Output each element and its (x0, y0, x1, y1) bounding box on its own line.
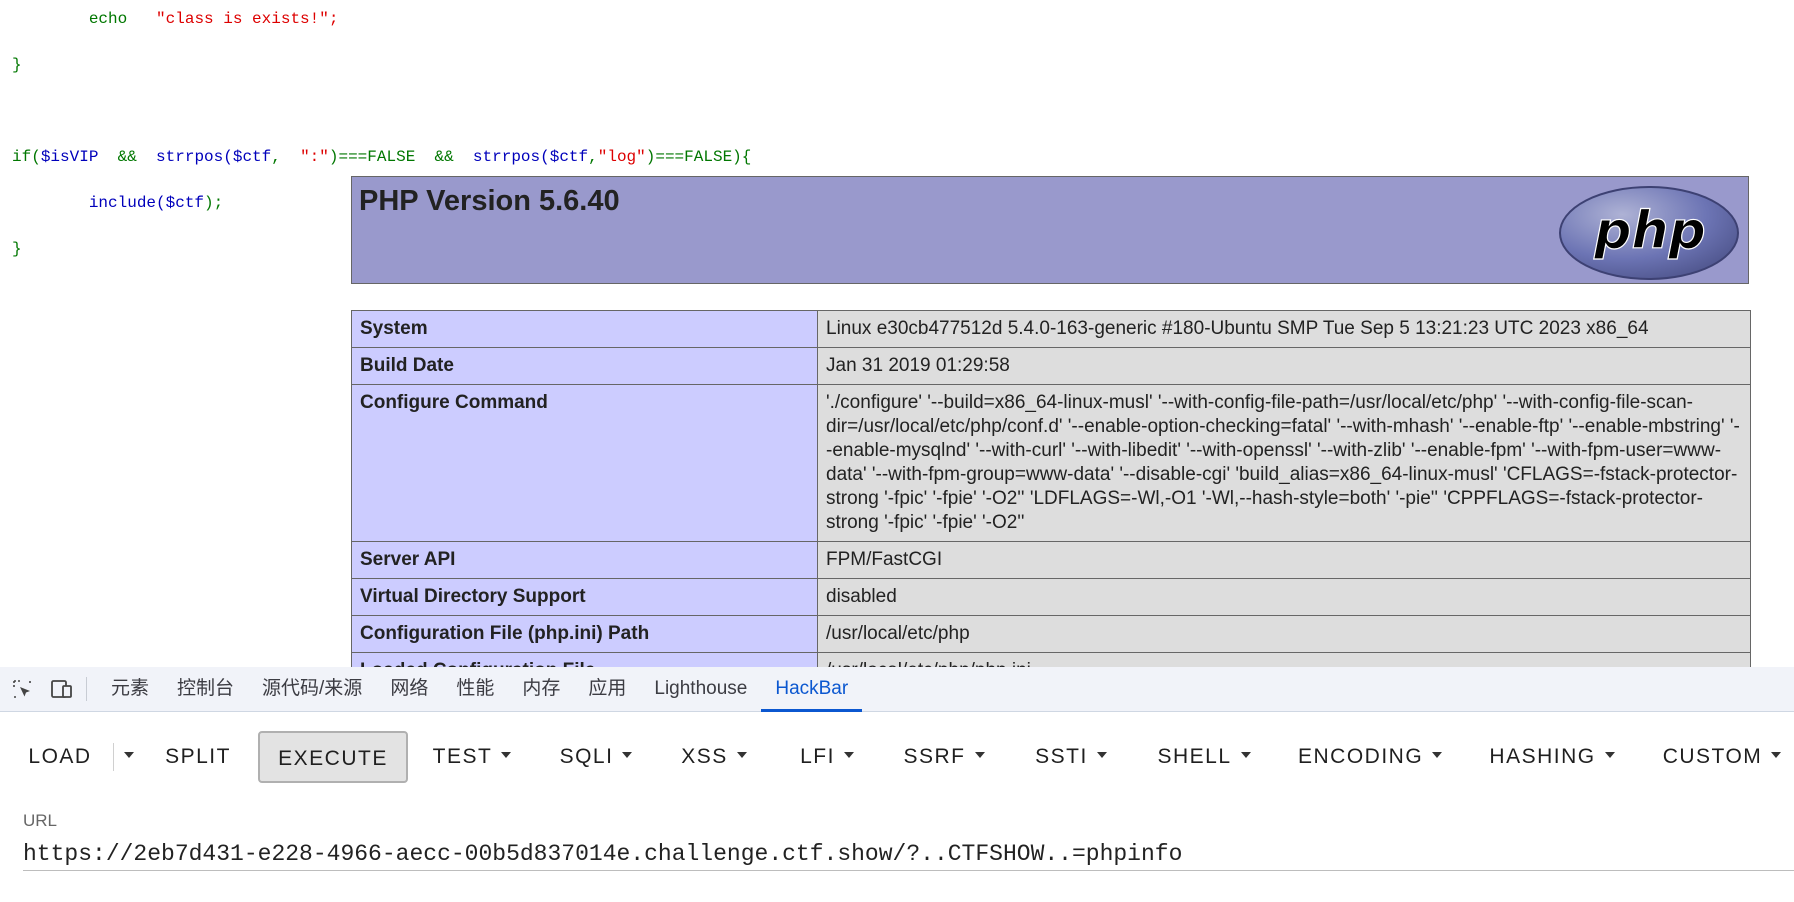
chevron-down-icon (622, 752, 633, 759)
tab-6[interactable]: 应用 (574, 667, 640, 711)
inspect-element-icon[interactable] (2, 667, 42, 711)
code-line-close-brace: } (12, 56, 22, 74)
hashing-button[interactable]: HASHING (1488, 731, 1616, 783)
device-toggle-icon[interactable] (42, 667, 82, 711)
tab-0[interactable]: 元素 (97, 667, 163, 711)
code-line-echo: echo "class is exists!"; (88, 10, 339, 28)
chevron-down-icon (124, 752, 134, 759)
phpinfo-key: Build Date (351, 347, 818, 385)
php-version-title: PHP Version 5.6.40 (359, 185, 620, 217)
tab-3[interactable]: 网络 (376, 667, 442, 711)
code-line-if: if($isVIP && strrpos($ctf, ":")===FALSE … (12, 148, 752, 166)
phpinfo-row: Configure Command './configure' '--build=… (351, 384, 1751, 542)
chevron-down-icon (974, 752, 985, 759)
sqli-button[interactable]: SQLI (554, 731, 638, 783)
phpinfo-row: Loaded Configuration File/usr/local/etc/… (351, 652, 1751, 667)
url-input[interactable] (23, 837, 1794, 871)
hackbar-toolbar: LOAD SPLIT EXECUTE TEST SQLI XSS LFI SSR… (0, 721, 1794, 797)
chevron-down-icon (1771, 752, 1782, 759)
execute-button[interactable]: EXECUTE (258, 731, 408, 783)
phpinfo-value: /usr/local/etc/php/php.ini (817, 652, 1751, 667)
ssti-button[interactable]: SSTI (1030, 731, 1112, 783)
lfi-button[interactable]: LFI (796, 731, 858, 783)
tab-4[interactable]: 性能 (442, 667, 508, 711)
phpinfo-key: Virtual Directory Support (351, 578, 818, 616)
tab-8[interactable]: HackBar (761, 667, 863, 712)
encoding-button[interactable]: ENCODING (1298, 731, 1443, 783)
test-button[interactable]: TEST (428, 731, 516, 783)
chevron-down-icon (1240, 752, 1251, 759)
phpinfo-value: Jan 31 2019 01:29:58 (817, 347, 1751, 385)
phpinfo-value: disabled (817, 578, 1751, 616)
devtools-tabs: 元素 控制台 源代码/来源 网络 性能 内存 应用 Lighthouse HackBar (97, 667, 863, 712)
phpinfo-value: FPM/FastCGI (817, 541, 1751, 579)
devtools-separator (86, 677, 87, 701)
phpinfo-row: System Linux e30cb477512d 5.4.0-163-gener… (351, 310, 1751, 348)
svg-text:php: php (1593, 201, 1705, 261)
phpinfo-key: System (351, 310, 818, 348)
tab-2[interactable]: 源代码/来源 (248, 667, 376, 711)
phpinfo-row: Virtual Directory Support disabled (351, 578, 1751, 616)
chevron-down-icon (736, 752, 747, 759)
phpinfo-value: /usr/local/etc/php (817, 615, 1751, 653)
phpinfo-table: System Linux e30cb477512d 5.4.0-163-gener… (351, 310, 1751, 667)
url-label: URL (23, 811, 58, 830)
chevron-down-icon (1604, 752, 1615, 759)
phpinfo-key: Server API (351, 541, 818, 579)
load-button[interactable]: LOAD (20, 731, 100, 783)
chevron-down-icon (501, 752, 512, 759)
chevron-down-icon (843, 752, 854, 759)
load-dropdown-button[interactable] (114, 731, 144, 783)
php-logo: php (1559, 186, 1739, 280)
devtools-tab-bar: 元素 控制台 源代码/来源 网络 性能 内存 应用 Lighthouse HackBar (0, 667, 1794, 712)
phpinfo-value: Linux e30cb477512d 5.4.0-163-generic #18… (817, 310, 1751, 348)
phpinfo-key: Configuration File (php.ini) Path (351, 615, 818, 653)
phpinfo-key: Configure Command (351, 384, 818, 542)
phpinfo-key: Loaded Configuration File (351, 652, 818, 667)
phpinfo-value: './configure' '--build=x86_64-linux-musl… (817, 384, 1751, 542)
tab-7[interactable]: Lighthouse (640, 667, 761, 711)
split-button[interactable]: SPLIT (156, 731, 240, 783)
phpinfo-row: Configuration File (php.ini) Path/usr/lo… (351, 615, 1751, 653)
shell-button[interactable]: SHELL (1156, 731, 1252, 783)
phpinfo-panel: PHP Version 5.6.40 php System Linux e30cb… (351, 176, 1751, 667)
phpinfo-row: Build Date Jan 31 2019 01:29:58 (351, 347, 1751, 385)
ssrf-button[interactable]: SSRF (902, 731, 986, 783)
chevron-down-icon (1432, 752, 1443, 759)
xss-button[interactable]: XSS (676, 731, 752, 783)
custom-button[interactable]: CUSTOM (1662, 731, 1782, 783)
devtools-panel: 元素 控制台 源代码/来源 网络 性能 内存 应用 Lighthouse HackBar LOA… (0, 667, 1794, 902)
tab-5[interactable]: 内存 (508, 667, 574, 711)
phpinfo-header: PHP Version 5.6.40 php (351, 176, 1749, 284)
chevron-down-icon (1096, 752, 1107, 759)
tab-1[interactable]: 控制台 (163, 667, 248, 711)
phpinfo-row: Server API FPM/FastCGI (351, 541, 1751, 579)
